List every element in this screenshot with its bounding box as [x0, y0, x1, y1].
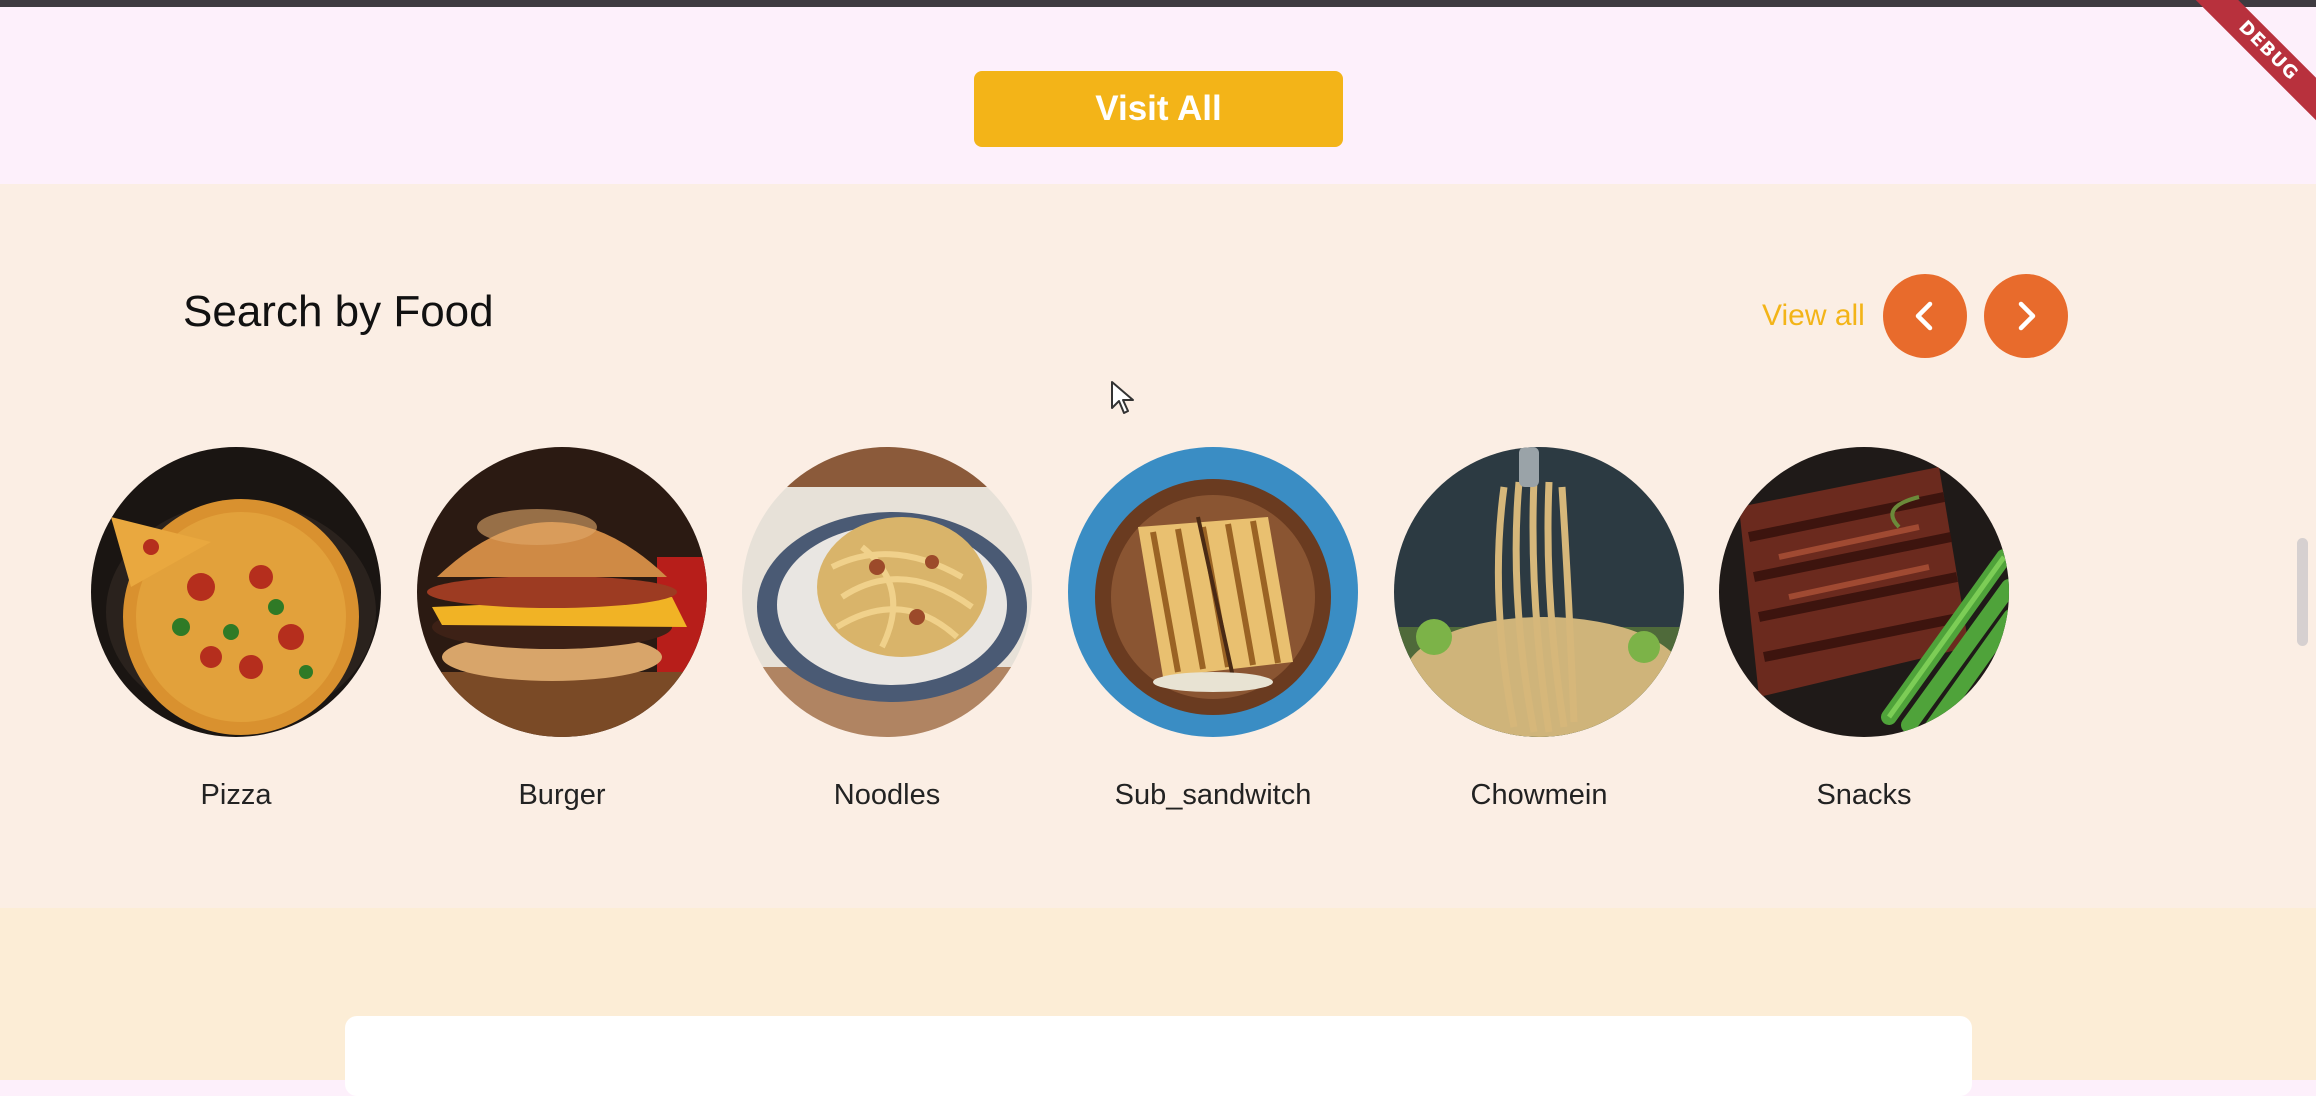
food-item-sub-sandwitch[interactable]: Sub_sandwitch — [1068, 447, 1358, 812]
view-all-link[interactable]: View all — [1762, 299, 1865, 333]
food-image-snacks — [1719, 447, 2009, 737]
chevron-left-icon — [1915, 301, 1933, 331]
food-item-noodles[interactable]: Noodles — [742, 447, 1032, 812]
food-label: Pizza — [200, 779, 272, 811]
content-card — [345, 1016, 1972, 1096]
food-label: Snacks — [1816, 779, 1912, 811]
carousel-prev-button[interactable] — [1883, 274, 1967, 358]
section-title: Search by Food — [183, 287, 494, 336]
food-item-chowmein[interactable]: Chowmein — [1394, 447, 1684, 812]
food-label: Chowmein — [1470, 779, 1608, 811]
food-label: Sub_sandwitch — [1114, 779, 1312, 811]
food-item-burger[interactable]: Burger — [417, 447, 707, 812]
food-image-burger — [417, 447, 707, 737]
carousel-next-button[interactable] — [1984, 274, 2068, 358]
scrollbar-thumb[interactable] — [2297, 538, 2308, 646]
window-top-bar — [0, 0, 2316, 7]
food-image-sub-sandwitch — [1068, 447, 1358, 737]
food-image-pizza — [91, 447, 381, 737]
food-label: Noodles — [833, 779, 941, 811]
food-label: Burger — [518, 779, 606, 811]
visit-all-button[interactable]: Visit All — [974, 71, 1343, 147]
food-item-snacks[interactable]: Snacks — [1719, 447, 2009, 812]
food-image-noodles — [742, 447, 1032, 737]
food-item-pizza[interactable]: Pizza — [91, 447, 381, 812]
chevron-right-icon — [2018, 301, 2036, 331]
food-image-chowmein — [1394, 447, 1684, 737]
mouse-pointer-icon — [1111, 381, 1134, 414]
